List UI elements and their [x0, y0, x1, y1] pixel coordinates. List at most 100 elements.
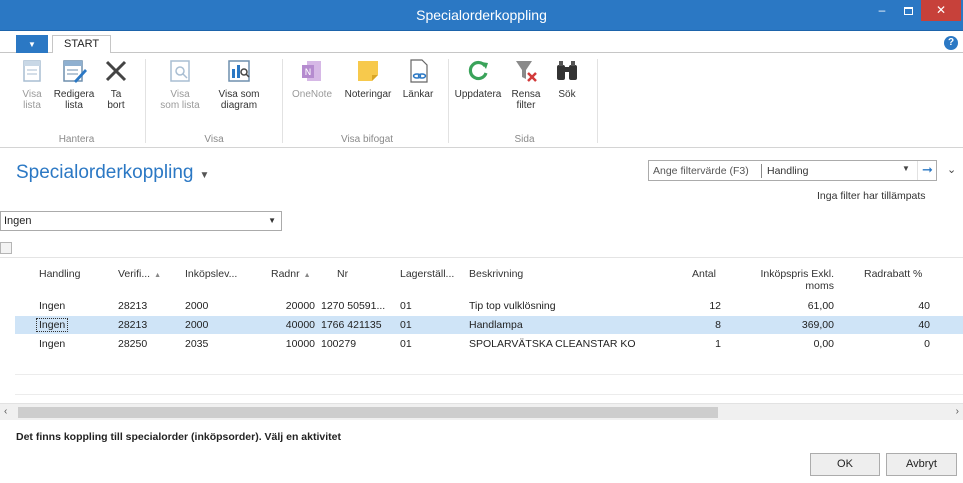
- clear-filter-label-1: Rensa: [511, 89, 541, 100]
- filter-dropdown-icon[interactable]: ▼: [902, 164, 910, 173]
- links-label: Länkar: [402, 89, 434, 100]
- ribbon-separator: [597, 59, 598, 143]
- table-row[interactable]: Ingen 28250 2035 10000 100279 01 SPOLARV…: [15, 335, 963, 353]
- links-icon: [410, 59, 428, 83]
- col-header-inkopslev[interactable]: Inköpslev...: [185, 268, 237, 280]
- cell-lagerstall: 01: [400, 300, 412, 312]
- show-as-list-button[interactable]: Visa som lista: [152, 57, 208, 111]
- group-label-visa: Visa: [204, 134, 224, 145]
- view-list-button[interactable]: Visa lista: [14, 57, 50, 111]
- notes-label: Noteringar: [344, 89, 392, 100]
- cell-inkopslev: 2000: [185, 319, 209, 331]
- clear-filter-button[interactable]: Rensa filter: [506, 57, 546, 111]
- onenote-button[interactable]: N OneNote: [286, 57, 338, 100]
- delete-button[interactable]: Ta bort: [100, 57, 132, 111]
- show-as-list-icon: [170, 60, 190, 82]
- cell-verifi: 28213: [118, 319, 148, 331]
- filter-field-select[interactable]: Handling: [767, 165, 808, 177]
- filter-box: Ange filtervärde (F3) Handling ▼ ➞: [648, 160, 937, 181]
- col-header-beskrivning[interactable]: Beskrivning: [469, 268, 523, 280]
- app-menu-button[interactable]: ▼: [16, 35, 48, 54]
- table-row-selected[interactable]: Ingen 28213 2000 40000 1766 421135 01 Ha…: [15, 316, 963, 334]
- ok-button[interactable]: OK: [810, 453, 880, 476]
- close-button[interactable]: ✕: [921, 0, 961, 21]
- find-icon: [557, 61, 577, 80]
- cell-inkopspris: 0,00: [813, 338, 834, 350]
- cell-lagerstall: 01: [400, 319, 412, 331]
- delete-label-2: bort: [107, 100, 125, 111]
- sort-asc-icon: ▲: [154, 272, 162, 279]
- cell-nr: 1766 421135: [321, 319, 382, 331]
- select-all-checkbox[interactable]: [0, 242, 12, 254]
- filter-divider: [761, 164, 762, 178]
- filter-apply-icon[interactable]: ➞: [917, 161, 937, 180]
- chevron-down-icon: ▼: [199, 170, 210, 181]
- show-as-chart-label-2: diagram: [220, 100, 258, 111]
- col-header-radnr-label: Radnr: [271, 268, 300, 280]
- scroll-right-icon[interactable]: ›: [956, 406, 959, 417]
- notes-icon: [358, 61, 378, 81]
- links-button[interactable]: Länkar: [398, 57, 438, 100]
- edit-list-button[interactable]: Redigera lista: [50, 57, 98, 111]
- ribbon-separator: [448, 59, 449, 143]
- table-row[interactable]: Ingen 28213 2000 20000 1270 50591... 01 …: [15, 297, 963, 315]
- show-as-chart-button[interactable]: Visa som diagram: [210, 57, 268, 111]
- find-button[interactable]: Sök: [550, 57, 584, 100]
- group-label-sida: Sida: [514, 134, 535, 145]
- group-label-hantera: Hantera: [58, 134, 95, 145]
- clear-filter-icon: [516, 61, 537, 82]
- window-title: Specialorderkoppling: [416, 7, 547, 23]
- view-select-value: Ingen: [4, 215, 32, 227]
- scrollbar-thumb[interactable]: [18, 407, 718, 418]
- cell-antal: 12: [709, 300, 721, 312]
- collapse-chevron-icon[interactable]: ⌄: [947, 163, 956, 176]
- maximize-button[interactable]: [895, 0, 921, 21]
- col-header-lagerstall[interactable]: Lagerställ...: [400, 268, 454, 280]
- edit-list-icon: [63, 60, 87, 83]
- help-icon[interactable]: ?: [944, 36, 958, 50]
- row-divider: [15, 374, 963, 375]
- horizontal-scrollbar[interactable]: ‹ ›: [0, 403, 963, 420]
- cancel-button[interactable]: Avbryt: [886, 453, 957, 476]
- page-title-text: Specialorderkoppling: [16, 162, 194, 183]
- col-header-handling[interactable]: Handling: [39, 268, 80, 280]
- edit-list-label-1: Redigera: [53, 89, 95, 100]
- col-header-radrabatt[interactable]: Radrabatt %: [864, 268, 922, 280]
- cell-handling[interactable]: Ingen: [39, 300, 65, 312]
- cell-handling[interactable]: Ingen: [39, 338, 65, 350]
- col-header-radnr[interactable]: Radnr ▲: [271, 268, 315, 282]
- refresh-label: Uppdatera: [454, 89, 502, 100]
- sort-asc-icon: ▲: [303, 272, 311, 279]
- col-header-antal[interactable]: Antal: [692, 268, 716, 280]
- col-header-inkopspris[interactable]: Inköpspris Exkl. moms: [748, 268, 834, 292]
- cell-radnr: 20000: [285, 300, 315, 312]
- cell-inkopspris: 61,00: [807, 300, 834, 312]
- minimize-button[interactable]: –: [869, 0, 895, 21]
- filter-input[interactable]: Ange filtervärde (F3): [653, 165, 749, 177]
- refresh-button[interactable]: Uppdatera: [452, 57, 504, 100]
- table-header: Handling Verifi... ▲ Inköpslev... Radnr ▲ …: [0, 257, 963, 297]
- view-select[interactable]: Ingen ▼: [0, 211, 282, 231]
- cell-radnr: 10000: [285, 338, 315, 350]
- ribbon-group-visa: Visa som lista Visa som diagram Visa: [152, 53, 276, 148]
- chevron-down-icon: ▼: [268, 216, 276, 225]
- clear-filter-label-2: filter: [516, 100, 536, 111]
- cell-antal: 1: [715, 338, 721, 350]
- tab-start[interactable]: START: [52, 35, 112, 54]
- ribbon-group-hantera: Visa lista Redigera lista Ta bort Hanter…: [14, 53, 139, 148]
- ribbon: Visa lista Redigera lista Ta bort Hanter…: [0, 53, 963, 148]
- col-header-nr[interactable]: Nr: [337, 268, 348, 280]
- page-title[interactable]: Specialorderkoppling ▼: [16, 162, 209, 184]
- cell-handling[interactable]: Ingen: [35, 318, 69, 332]
- scroll-left-icon[interactable]: ‹: [4, 406, 7, 417]
- cell-beskrivning: Tip top vulklösning: [469, 300, 556, 312]
- col-header-verifi[interactable]: Verifi... ▲: [118, 268, 165, 282]
- cell-radrabatt: 40: [918, 319, 930, 331]
- ribbon-group-visa-bifogat: N OneNote Noteringar Länkar Visa bifogat: [286, 53, 448, 148]
- show-as-chart-label-1: Visa som: [218, 89, 260, 100]
- cell-nr: 1270 50591...: [321, 300, 386, 312]
- notes-button[interactable]: Noteringar: [340, 57, 396, 100]
- status-message: Det finns koppling till specialorder (in…: [16, 431, 341, 443]
- cell-radrabatt: 0: [924, 338, 930, 350]
- svg-text:N: N: [305, 68, 312, 78]
